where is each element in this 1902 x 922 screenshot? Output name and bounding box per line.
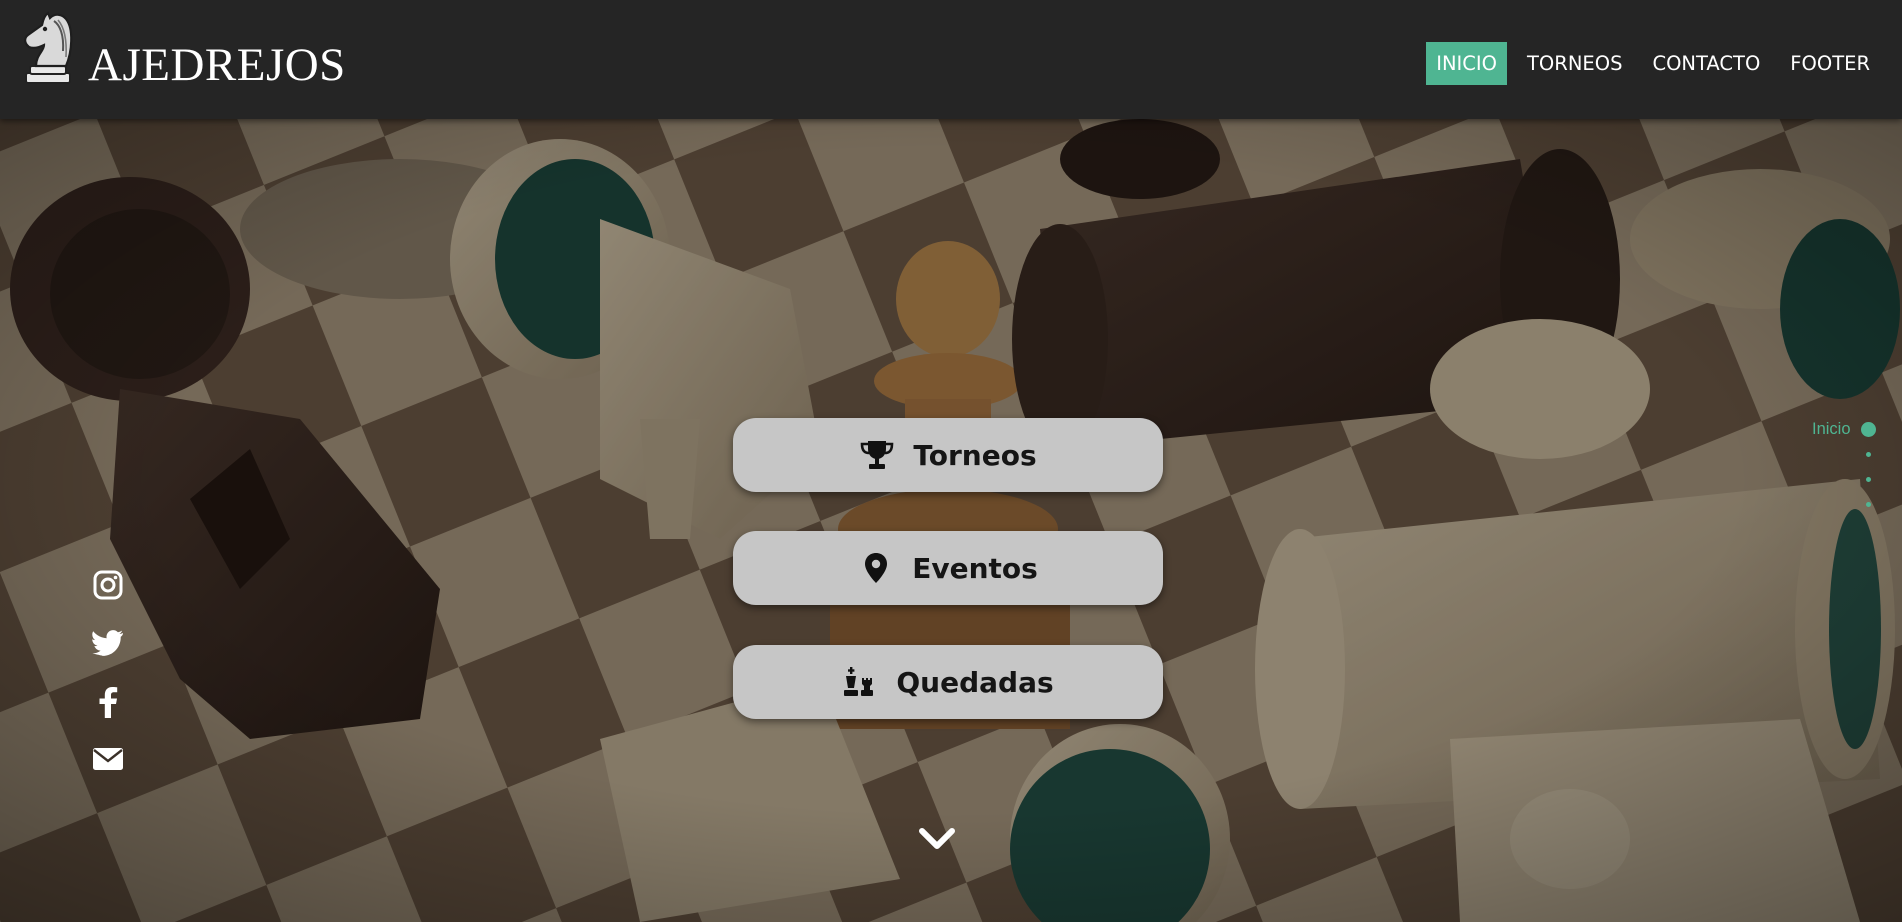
trophy-icon	[859, 438, 895, 472]
brand-title[interactable]: AJEDREJOS	[88, 42, 346, 89]
section-dot-torneos[interactable]	[1866, 452, 1871, 457]
instagram-icon[interactable]	[90, 567, 126, 603]
twitter-icon[interactable]	[90, 625, 126, 661]
hero-section: Torneos Eventos Quedadas	[0, 119, 1902, 922]
main-nav: INICIO TORNEOS CONTACTO FOOTER	[1426, 42, 1880, 85]
quedadas-button[interactable]: Quedadas	[733, 645, 1163, 719]
chess-pieces-icon	[842, 665, 878, 699]
torneos-button-label: Torneos	[913, 438, 1037, 472]
knight-logo-icon[interactable]	[14, 7, 80, 89]
nav-item-inicio[interactable]: INICIO	[1426, 42, 1508, 85]
envelope-icon[interactable]	[90, 741, 126, 777]
section-dot-contacto[interactable]	[1866, 477, 1871, 482]
section-nav-label: Inicio	[1812, 420, 1851, 438]
section-dot-footer[interactable]	[1866, 502, 1871, 507]
map-marker-icon	[858, 551, 894, 585]
chess-background-image	[0, 119, 1902, 922]
nav-item-footer[interactable]: FOOTER	[1780, 42, 1880, 85]
nav-item-torneos[interactable]: TORNEOS	[1517, 42, 1632, 85]
section-dot-inicio[interactable]	[1861, 422, 1876, 437]
eventos-button-label: Eventos	[912, 551, 1038, 585]
torneos-button[interactable]: Torneos	[733, 418, 1163, 492]
eventos-button[interactable]: Eventos	[733, 531, 1163, 605]
facebook-icon[interactable]	[90, 684, 126, 720]
top-header: AJEDREJOS INICIO TORNEOS CONTACTO FOOTER	[0, 0, 1902, 119]
quedadas-button-label: Quedadas	[896, 665, 1054, 699]
nav-item-contacto[interactable]: CONTACTO	[1642, 42, 1770, 85]
chevron-down-icon[interactable]	[917, 826, 957, 854]
